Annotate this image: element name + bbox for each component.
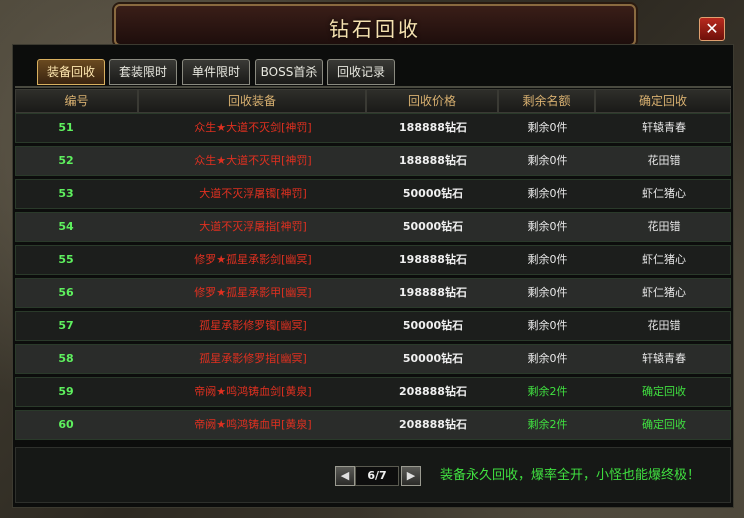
cell-id: 58 — [58, 352, 74, 365]
cell-item: 孤星承影修罗镯[幽冥] — [199, 319, 307, 332]
cell-id: 59 — [58, 385, 74, 398]
cell-id: 53 — [58, 187, 74, 200]
cell-item: 帝阙★鸣鸿铸血剑[黄泉] — [194, 385, 312, 398]
cell-price: 208888钻石 — [399, 385, 467, 398]
cell-confirm[interactable]: 确定回收 — [596, 378, 732, 406]
cell-confirm[interactable]: 花田错 — [596, 312, 732, 340]
tab-boss-first-kill[interactable]: BOSS首杀 — [255, 59, 323, 85]
cell-id: 51 — [58, 121, 74, 134]
cell-confirm[interactable]: 轩辕青春 — [596, 114, 732, 142]
table-row: 60 帝阙★鸣鸿铸血甲[黄泉] 208888钻石 剩余2件 确定回收 — [15, 410, 731, 440]
table-row: 55 修罗★孤星承影剑[幽冥] 198888钻石 剩余0件 虾仁猪心 — [15, 245, 731, 275]
table-row: 59 帝阙★鸣鸿铸血剑[黄泉] 208888钻石 剩余2件 确定回收 — [15, 377, 731, 407]
cell-item: 修罗★孤星承影甲[幽冥] — [194, 286, 312, 299]
cell-remaining: 剩余0件 — [527, 220, 568, 233]
window-frame: 钻石回收 ✕ 装备回收 套装限时 单件限时 BOSS首杀 回收记录 编号 回收装… — [0, 0, 744, 518]
cell-remaining: 剩余0件 — [527, 121, 568, 134]
close-button[interactable]: ✕ — [699, 17, 725, 41]
cell-remaining: 剩余2件 — [527, 418, 568, 431]
cell-item: 大道不灭浮屠镯[神罚] — [199, 187, 307, 200]
cell-item: 孤星承影修罗指[幽冥] — [199, 352, 307, 365]
cell-price: 50000钻石 — [402, 187, 464, 200]
table-row: 52 众生★大道不灭甲[神罚] 188888钻石 剩余0件 花田错 — [15, 146, 731, 176]
title-bar: 钻石回收 — [114, 4, 636, 46]
main-panel: 装备回收 套装限时 单件限时 BOSS首杀 回收记录 编号 回收装备 回收价格 … — [12, 44, 734, 508]
tab-recycle-log[interactable]: 回收记录 — [327, 59, 395, 85]
next-page-button[interactable]: ▶ — [401, 466, 421, 486]
cell-item: 众生★大道不灭甲[神罚] — [194, 154, 312, 167]
cell-confirm[interactable]: 虾仁猪心 — [596, 246, 732, 274]
header-confirm: 确定回收 — [595, 89, 731, 113]
window-title: 钻石回收 — [329, 17, 421, 41]
cell-id: 57 — [58, 319, 74, 332]
table-header: 编号 回收装备 回收价格 剩余名额 确定回收 — [15, 89, 731, 113]
cell-price: 188888钻石 — [399, 154, 467, 167]
cell-price: 50000钻石 — [402, 220, 464, 233]
cell-item: 大道不灭浮屠指[神罚] — [199, 220, 307, 233]
header-item: 回收装备 — [138, 89, 366, 113]
cell-id: 60 — [58, 418, 74, 431]
cell-item: 众生★大道不灭剑[神罚] — [194, 121, 312, 134]
cell-confirm[interactable]: 虾仁猪心 — [596, 180, 732, 208]
cell-price: 50000钻石 — [402, 352, 464, 365]
cell-confirm[interactable]: 花田错 — [596, 213, 732, 241]
header-price: 回收价格 — [366, 89, 498, 113]
cell-remaining: 剩余0件 — [527, 319, 568, 332]
table-row: 54 大道不灭浮屠指[神罚] 50000钻石 剩余0件 花田错 — [15, 212, 731, 242]
cell-remaining: 剩余0件 — [527, 352, 568, 365]
cell-remaining: 剩余2件 — [527, 385, 568, 398]
cell-remaining: 剩余0件 — [527, 286, 568, 299]
cell-price: 198888钻石 — [399, 286, 467, 299]
tab-single-limited[interactable]: 单件限时 — [182, 59, 250, 85]
cell-price: 50000钻石 — [402, 319, 464, 332]
header-remaining: 剩余名额 — [498, 89, 595, 113]
footer-message: 装备永久回收，爆率全开，小怪也能爆终极！ — [440, 468, 701, 483]
cell-id: 55 — [58, 253, 74, 266]
cell-id: 52 — [58, 154, 74, 167]
cell-confirm[interactable]: 虾仁猪心 — [596, 279, 732, 307]
tab-divider — [15, 86, 731, 88]
prev-page-button[interactable]: ◀ — [335, 466, 355, 486]
page-indicator: 6/7 — [355, 466, 399, 486]
cell-remaining: 剩余0件 — [527, 187, 568, 200]
cell-confirm[interactable]: 确定回收 — [596, 411, 732, 439]
cell-confirm[interactable]: 花田错 — [596, 147, 732, 175]
cell-remaining: 剩余0件 — [527, 154, 568, 167]
cell-confirm[interactable]: 轩辕青春 — [596, 345, 732, 373]
table-row: 57 孤星承影修罗镯[幽冥] 50000钻石 剩余0件 花田错 — [15, 311, 731, 341]
cell-price: 188888钻石 — [399, 121, 467, 134]
tab-set-limited[interactable]: 套装限时 — [109, 59, 177, 85]
cell-id: 56 — [58, 286, 74, 299]
footer-bar: ◀ 6/7 ▶ 装备永久回收，爆率全开，小怪也能爆终极！ — [15, 447, 731, 503]
cell-id: 54 — [58, 220, 74, 233]
cell-item: 修罗★孤星承影剑[幽冥] — [194, 253, 312, 266]
table-row: 56 修罗★孤星承影甲[幽冥] 198888钻石 剩余0件 虾仁猪心 — [15, 278, 731, 308]
table-row: 53 大道不灭浮屠镯[神罚] 50000钻石 剩余0件 虾仁猪心 — [15, 179, 731, 209]
tab-equipment-recycle[interactable]: 装备回收 — [37, 59, 105, 85]
table-row: 58 孤星承影修罗指[幽冥] 50000钻石 剩余0件 轩辕青春 — [15, 344, 731, 374]
cell-remaining: 剩余0件 — [527, 253, 568, 266]
cell-item: 帝阙★鸣鸿铸血甲[黄泉] — [194, 418, 312, 431]
table-row: 51 众生★大道不灭剑[神罚] 188888钻石 剩余0件 轩辕青春 — [15, 113, 731, 143]
header-id: 编号 — [15, 89, 138, 113]
cell-price: 208888钻石 — [399, 418, 467, 431]
cell-price: 198888钻石 — [399, 253, 467, 266]
